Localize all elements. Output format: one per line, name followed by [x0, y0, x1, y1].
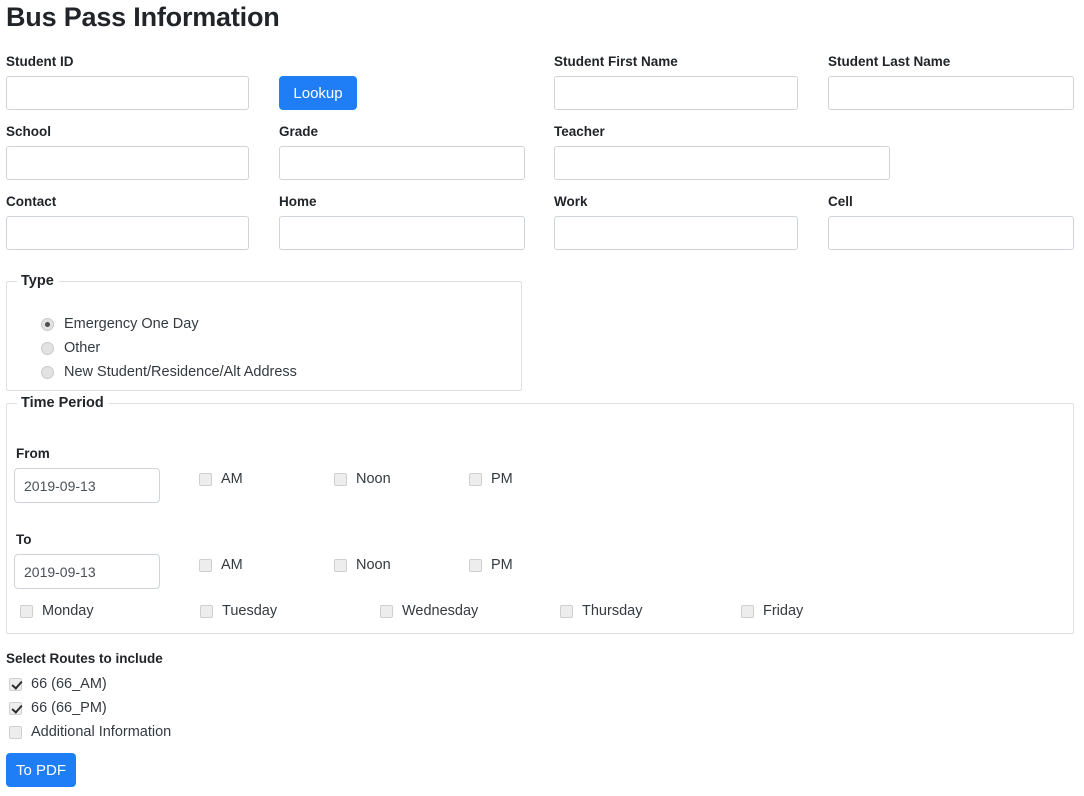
radio-new-student-icon[interactable]	[41, 366, 54, 379]
checkbox-additional-information-icon[interactable]	[9, 726, 22, 739]
checkbox-friday-icon[interactable]	[741, 605, 754, 618]
label-from-noon: Noon	[356, 470, 391, 488]
label-monday: Monday	[42, 602, 94, 620]
to-pdf-button[interactable]: To PDF	[6, 753, 76, 787]
checkbox-to-am-icon[interactable]	[199, 559, 212, 572]
label-route-66-pm: 66 (66_PM)	[31, 699, 107, 717]
school-input[interactable]	[6, 146, 249, 180]
label-school: School	[6, 124, 51, 140]
grade-input[interactable]	[279, 146, 525, 180]
to-time-noon[interactable]: Noon	[334, 556, 391, 574]
day-monday[interactable]: Monday	[20, 602, 94, 620]
label-grade: Grade	[279, 124, 318, 140]
checkbox-to-noon-icon[interactable]	[334, 559, 347, 572]
student-first-name-input[interactable]	[554, 76, 798, 110]
label-friday: Friday	[763, 602, 803, 620]
radio-other-icon[interactable]	[41, 342, 54, 355]
home-input[interactable]	[279, 216, 525, 250]
label-student-id: Student ID	[6, 54, 74, 70]
radio-emergency-one-day-icon[interactable]	[41, 318, 54, 331]
student-last-name-input[interactable]	[828, 76, 1074, 110]
time-period-fieldset-legend: Time Period	[17, 394, 109, 412]
route-item-66-pm[interactable]: 66 (66_PM)	[9, 699, 107, 717]
label-home: Home	[279, 194, 317, 210]
day-wednesday[interactable]: Wednesday	[380, 602, 478, 620]
cell-input[interactable]	[828, 216, 1074, 250]
checkbox-to-pm-icon[interactable]	[469, 559, 482, 572]
type-fieldset-legend: Type	[17, 272, 59, 290]
radio-label-emergency-one-day: Emergency One Day	[64, 315, 199, 333]
to-time-pm[interactable]: PM	[469, 556, 513, 574]
label-student-first-name: Student First Name	[554, 54, 678, 70]
label-student-last-name: Student Last Name	[828, 54, 950, 70]
label-teacher: Teacher	[554, 124, 605, 140]
routes-heading: Select Routes to include	[6, 651, 163, 667]
radio-label-other: Other	[64, 339, 100, 357]
checkbox-tuesday-icon[interactable]	[200, 605, 213, 618]
checkbox-from-noon-icon[interactable]	[334, 473, 347, 486]
checkbox-route-66-pm-icon[interactable]	[9, 702, 22, 715]
label-from: From	[16, 446, 50, 462]
label-from-am: AM	[221, 470, 243, 488]
time-period-fieldset: Time Period	[6, 403, 1074, 634]
label-additional-information: Additional Information	[31, 723, 171, 741]
teacher-input[interactable]	[554, 146, 890, 180]
day-thursday[interactable]: Thursday	[560, 602, 642, 620]
label-thursday: Thursday	[582, 602, 642, 620]
checkbox-from-pm-icon[interactable]	[469, 473, 482, 486]
from-time-am[interactable]: AM	[199, 470, 243, 488]
to-time-am[interactable]: AM	[199, 556, 243, 574]
from-time-pm[interactable]: PM	[469, 470, 513, 488]
checkbox-monday-icon[interactable]	[20, 605, 33, 618]
lookup-button[interactable]: Lookup	[279, 76, 357, 110]
radio-option-emergency-one-day[interactable]: Emergency One Day	[41, 315, 199, 333]
label-to-am: AM	[221, 556, 243, 574]
label-cell: Cell	[828, 194, 853, 210]
student-id-input[interactable]	[6, 76, 249, 110]
bus-pass-form-page: Bus Pass Information Student ID Lookup S…	[0, 0, 1084, 796]
label-to: To	[16, 532, 32, 548]
work-input[interactable]	[554, 216, 798, 250]
checkbox-route-66-am-icon[interactable]	[9, 678, 22, 691]
day-friday[interactable]: Friday	[741, 602, 803, 620]
from-date-input[interactable]	[14, 468, 160, 503]
label-wednesday: Wednesday	[402, 602, 478, 620]
radio-option-other[interactable]: Other	[41, 339, 100, 357]
to-date-input[interactable]	[14, 554, 160, 589]
route-item-additional-information[interactable]: Additional Information	[9, 723, 171, 741]
label-from-pm: PM	[491, 470, 513, 488]
radio-option-new-student-residence-alt-address[interactable]: New Student/Residence/Alt Address	[41, 363, 297, 381]
label-to-noon: Noon	[356, 556, 391, 574]
label-to-pm: PM	[491, 556, 513, 574]
route-item-66-am[interactable]: 66 (66_AM)	[9, 675, 107, 693]
contact-input[interactable]	[6, 216, 249, 250]
page-title: Bus Pass Information	[6, 0, 280, 34]
checkbox-from-am-icon[interactable]	[199, 473, 212, 486]
from-time-noon[interactable]: Noon	[334, 470, 391, 488]
checkbox-wednesday-icon[interactable]	[380, 605, 393, 618]
label-tuesday: Tuesday	[222, 602, 277, 620]
radio-label-new-student-residence-alt-address: New Student/Residence/Alt Address	[64, 363, 297, 381]
label-work: Work	[554, 194, 588, 210]
checkbox-thursday-icon[interactable]	[560, 605, 573, 618]
label-contact: Contact	[6, 194, 56, 210]
label-route-66-am: 66 (66_AM)	[31, 675, 107, 693]
day-tuesday[interactable]: Tuesday	[200, 602, 277, 620]
